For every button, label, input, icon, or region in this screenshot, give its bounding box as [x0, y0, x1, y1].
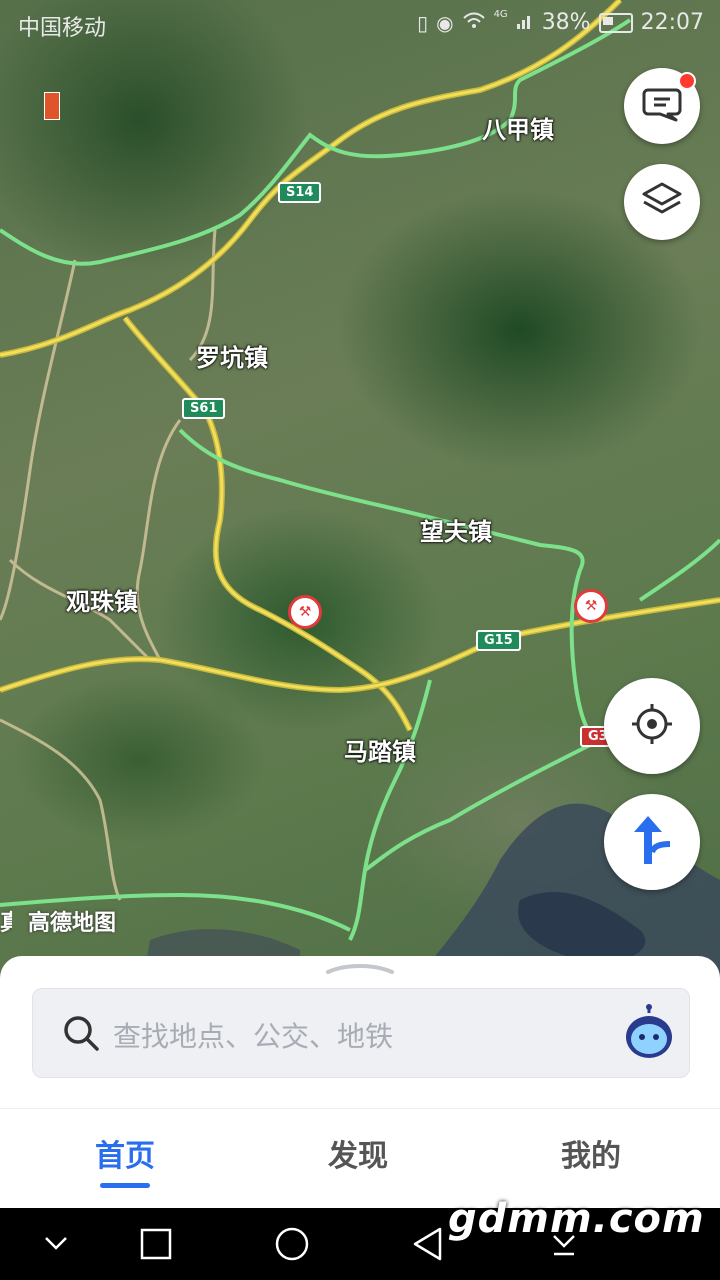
wifi-icon: [462, 11, 486, 35]
layers-icon: [641, 180, 683, 224]
chat-bubble-icon: [642, 86, 682, 126]
back-icon[interactable]: [410, 1226, 446, 1266]
signal-icon: [516, 11, 534, 35]
drag-handle-icon[interactable]: [326, 964, 394, 974]
construction-warning-icon[interactable]: ⚒: [288, 595, 322, 629]
edge-place-label: 真: [0, 911, 12, 936]
voice-assistant-icon[interactable]: [623, 1003, 675, 1065]
place-label-mata[interactable]: 马踏镇: [344, 732, 416, 767]
road-shield-s14: S14: [278, 182, 322, 203]
battery-percent: 38%: [541, 10, 591, 35]
map-layers-button[interactable]: [624, 164, 700, 240]
battery-icon: [598, 12, 633, 33]
map-marker-icon[interactable]: [44, 92, 60, 120]
amap-logo: 高德地图: [28, 911, 117, 936]
place-label-guanzhu[interactable]: 观珠镇: [66, 582, 138, 617]
route-button[interactable]: [604, 794, 700, 890]
recent-apps-icon[interactable]: [138, 1226, 174, 1266]
network-type: 4G: [493, 9, 508, 20]
clock: 22:07: [640, 10, 704, 35]
carrier-name: 中国移动: [18, 16, 107, 41]
search-placeholder[interactable]: 查找地点、公交、地铁: [113, 1015, 393, 1055]
status-bar: 中国移动 ▯ ◉ 4G 38% 22:07: [0, 0, 720, 48]
bottom-tab-bar: 首页 发现 我的: [0, 1108, 720, 1209]
collapse-icon[interactable]: [40, 1226, 72, 1262]
vibrate-icon: ▯: [417, 10, 429, 35]
site-watermark: gdmm.com: [448, 1196, 705, 1242]
road-shield-s61: S61: [182, 398, 226, 419]
locate-me-button[interactable]: [604, 678, 700, 774]
search-icon: [61, 1013, 101, 1057]
tab-home[interactable]: 首页: [95, 1131, 155, 1175]
tab-discover[interactable]: 发现: [328, 1131, 388, 1175]
road-shield-g15: G15: [476, 630, 521, 651]
place-label-luokeng[interactable]: 罗坑镇: [196, 338, 268, 373]
home-icon[interactable]: [274, 1226, 310, 1266]
messages-button[interactable]: [624, 68, 700, 144]
notification-dot: [678, 72, 696, 90]
tab-active-indicator: [100, 1183, 150, 1188]
place-label-bajia[interactable]: 八甲镇: [482, 110, 554, 145]
search-bar[interactable]: 查找地点、公交、地铁: [32, 988, 690, 1078]
route-arrow-icon: [630, 814, 674, 870]
tab-mine[interactable]: 我的: [561, 1131, 621, 1175]
construction-warning-icon[interactable]: ⚒: [574, 589, 608, 623]
bottom-sheet[interactable]: 查找地点、公交、地铁 首页 发现 我的: [0, 956, 720, 1208]
eye-icon: ◉: [436, 10, 454, 35]
place-label-wangfu[interactable]: 望夫镇: [420, 512, 492, 547]
crosshair-icon: [630, 702, 674, 750]
